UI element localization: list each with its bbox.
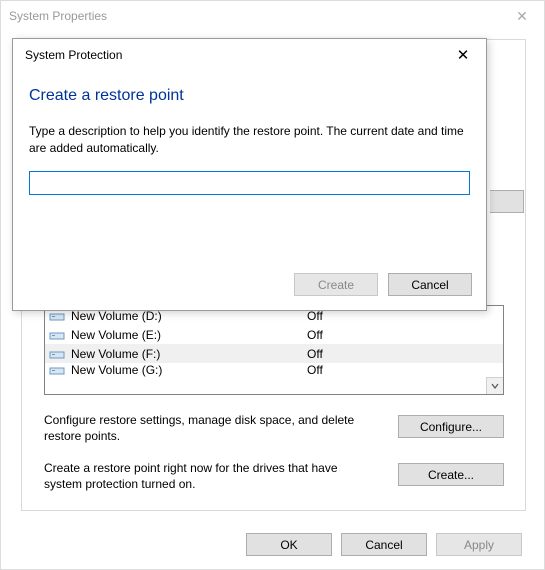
- drive-table: New Volume (D:) Off New Volume (E:) Off …: [44, 305, 504, 395]
- cancel-button[interactable]: Cancel: [341, 533, 427, 556]
- configure-button[interactable]: Configure...: [398, 415, 504, 438]
- drive-name: New Volume (E:): [71, 328, 307, 342]
- dialog-cancel-label: Cancel: [411, 278, 448, 292]
- ok-button[interactable]: OK: [246, 533, 332, 556]
- table-row[interactable]: New Volume (E:) Off: [45, 325, 503, 344]
- restore-point-description-input[interactable]: [29, 171, 470, 195]
- create-description: Create a restore point right now for the…: [44, 460, 374, 492]
- create-restore-point-dialog: System Protection ✕ Create a restore poi…: [12, 38, 487, 311]
- cancel-button-label: Cancel: [365, 538, 402, 552]
- drive-name: New Volume (G:): [71, 363, 307, 377]
- drive-status: Off: [307, 347, 323, 361]
- apply-button-label: Apply: [464, 538, 494, 552]
- close-icon[interactable]: ✕: [450, 46, 476, 64]
- drive-icon: [49, 329, 65, 341]
- dialog-title: System Protection: [25, 48, 122, 62]
- drive-icon: [49, 348, 65, 360]
- create-button[interactable]: Create...: [398, 463, 504, 486]
- parent-titlebar: System Properties ✕: [1, 1, 544, 31]
- scroll-down-button[interactable]: [486, 377, 503, 394]
- table-row[interactable]: New Volume (F:) Off: [45, 344, 503, 363]
- drive-status: Off: [307, 363, 323, 377]
- drive-name: New Volume (F:): [71, 347, 307, 361]
- obscured-button-edge: [490, 190, 524, 213]
- parent-window-title: System Properties: [9, 9, 107, 23]
- dialog-description: Type a description to help you identify …: [29, 123, 470, 157]
- apply-button[interactable]: Apply: [436, 533, 522, 556]
- table-row[interactable]: New Volume (G:) Off: [45, 363, 503, 377]
- drive-status: Off: [307, 328, 323, 342]
- drive-icon: [49, 310, 65, 322]
- configure-button-label: Configure...: [420, 420, 482, 434]
- ok-button-label: OK: [280, 538, 297, 552]
- dialog-button-row: Create Cancel: [294, 273, 472, 296]
- dialog-body: Create a restore point Type a descriptio…: [13, 71, 486, 195]
- dialog-heading: Create a restore point: [29, 87, 470, 105]
- close-icon[interactable]: ✕: [502, 8, 542, 25]
- drive-icon: [49, 364, 65, 376]
- dialog-create-label: Create: [318, 278, 354, 292]
- configure-description: Configure restore settings, manage disk …: [44, 412, 374, 444]
- dialog-cancel-button[interactable]: Cancel: [388, 273, 472, 296]
- dialog-create-button[interactable]: Create: [294, 273, 378, 296]
- create-button-label: Create...: [428, 468, 474, 482]
- dialog-titlebar: System Protection ✕: [13, 39, 486, 71]
